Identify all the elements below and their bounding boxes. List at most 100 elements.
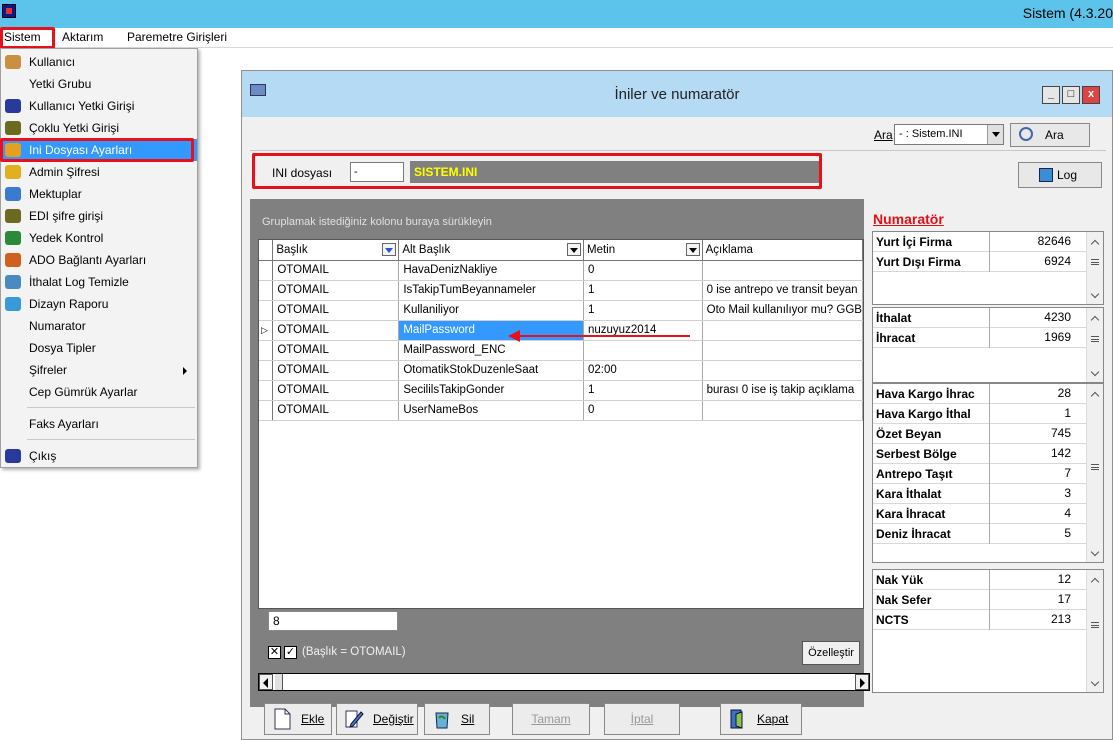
menu-item-0[interactable]: Kullanıcı: [1, 51, 197, 73]
vertical-scrollbar[interactable]: [1086, 570, 1103, 692]
table-cell[interactable]: [702, 400, 863, 421]
scroll-down-icon[interactable]: [1090, 677, 1100, 687]
table-cell[interactable]: HavaDenizNakliye: [398, 260, 584, 281]
scroll-down-icon[interactable]: [1090, 547, 1100, 557]
scroll-grip-icon[interactable]: [1091, 622, 1099, 628]
menu-item-9[interactable]: ADO Bağlantı Ayarları: [1, 249, 197, 271]
table-cell[interactable]: nuzuyuz2014: [583, 320, 703, 341]
row-indicator[interactable]: [259, 360, 274, 381]
ok-button[interactable]: Tamam: [512, 703, 590, 735]
menu-item-17[interactable]: Çıkış: [1, 445, 197, 467]
row-indicator[interactable]: [259, 280, 274, 301]
table-cell[interactable]: Oto Mail kullanılıyor mu? GGB: [702, 300, 863, 321]
numarator-row[interactable]: İthalat 4230: [873, 308, 1093, 328]
table-cell[interactable]: [583, 340, 703, 361]
table-cell[interactable]: 02:00: [583, 360, 703, 381]
table-row[interactable]: OTOMAIL HavaDenizNakliye 0: [259, 260, 863, 281]
numarator-row[interactable]: Nak Yük 12: [873, 570, 1093, 590]
delete-button[interactable]: Sil: [424, 703, 490, 735]
table-cell[interactable]: OTOMAIL: [272, 260, 400, 281]
scroll-grip-icon[interactable]: [1091, 336, 1099, 342]
table-cell[interactable]: OTOMAIL: [272, 360, 400, 381]
edit-button[interactable]: Değiştir: [336, 703, 418, 735]
menu-item-12[interactable]: Numarator: [1, 315, 197, 337]
table-cell[interactable]: MailPassword: [398, 320, 584, 341]
row-indicator[interactable]: [259, 260, 274, 281]
scroll-up-icon[interactable]: [1090, 315, 1100, 325]
search-button[interactable]: Ara: [1010, 123, 1090, 147]
row-indicator[interactable]: ▷: [259, 320, 274, 341]
table-cell[interactable]: OTOMAIL: [272, 320, 400, 341]
numarator-row[interactable]: Yurt İçi Firma 82646: [873, 232, 1093, 252]
filter-enabled-checkbox[interactable]: ✓: [284, 646, 297, 659]
filter-dropdown-icon[interactable]: [566, 243, 581, 256]
menu-item-15[interactable]: Cep Gümrük Ayarlar: [1, 381, 197, 403]
column-header-aciklama[interactable]: Açıklama: [702, 240, 863, 261]
chevron-down-icon[interactable]: [987, 125, 1003, 144]
numarator-row[interactable]: NCTS 213: [873, 610, 1093, 630]
menu-item-10[interactable]: İthalat Log Temizle: [1, 271, 197, 293]
table-row[interactable]: OTOMAIL Kullaniliyor 1 Oto Mail kullanılıyo…: [259, 300, 863, 321]
scroll-up-icon[interactable]: [1090, 239, 1100, 249]
clear-filter-icon[interactable]: ✕: [268, 646, 281, 659]
numarator-row[interactable]: Nak Sefer 17: [873, 590, 1093, 610]
table-cell[interactable]: 1: [583, 380, 703, 401]
menu-item-16[interactable]: Faks Ayarları: [1, 413, 197, 435]
maximize-button[interactable]: □: [1062, 86, 1080, 104]
filter-dropdown-icon[interactable]: [685, 243, 700, 256]
table-row[interactable]: OTOMAIL IsTakipTumBeyannameler 1 0 ise antr…: [259, 280, 863, 301]
data-grid[interactable]: Başlık Alt Başlık Metin Açıklama OTOMAIL…: [258, 239, 864, 609]
table-cell[interactable]: 1: [583, 280, 703, 301]
filter-dropdown-icon[interactable]: [382, 243, 397, 256]
minimize-button[interactable]: _: [1042, 86, 1060, 104]
table-cell[interactable]: OTOMAIL: [272, 300, 400, 321]
column-header-metin[interactable]: Metin: [583, 240, 703, 261]
cancel-button[interactable]: İptal: [604, 703, 680, 735]
numarator-row[interactable]: Antrepo Taşıt 7: [873, 464, 1093, 484]
table-cell[interactable]: OTOMAIL: [272, 400, 400, 421]
column-header-alt-baslik[interactable]: Alt Başlık: [398, 240, 584, 261]
table-cell[interactable]: 0: [583, 260, 703, 281]
table-cell[interactable]: OTOMAIL: [272, 340, 400, 361]
customize-button[interactable]: Özelleştir: [802, 641, 860, 665]
table-cell[interactable]: 1: [583, 300, 703, 321]
table-row[interactable]: OTOMAIL OtomatikStokDuzenleSaat 02:00: [259, 360, 863, 381]
table-row[interactable]: OTOMAIL MailPassword_ENC: [259, 340, 863, 361]
menu-item-3[interactable]: Çoklu Yetki Girişi: [1, 117, 197, 139]
vertical-scrollbar[interactable]: [1086, 232, 1103, 304]
menu-item-13[interactable]: Dosya Tipler: [1, 337, 197, 359]
app-icon[interactable]: [2, 4, 16, 18]
close-window-button[interactable]: Kapat: [720, 703, 802, 735]
table-cell[interactable]: [702, 360, 863, 381]
add-button[interactable]: Ekle: [264, 703, 332, 735]
row-indicator[interactable]: [259, 400, 274, 421]
numarator-row[interactable]: Kara İthalat 3: [873, 484, 1093, 504]
search-select[interactable]: - : Sistem.INI: [894, 124, 1004, 145]
horizontal-scrollbar[interactable]: [258, 673, 870, 691]
table-cell[interactable]: 0: [583, 400, 703, 421]
numarator-row[interactable]: Kara İhracat 4: [873, 504, 1093, 524]
table-row[interactable]: OTOMAIL SecililsTakipGonder 1 burası 0 ise …: [259, 380, 863, 401]
scroll-down-icon[interactable]: [1090, 367, 1100, 377]
numarator-row[interactable]: Özet Beyan 745: [873, 424, 1093, 444]
row-indicator[interactable]: [259, 340, 274, 361]
menu-item-11[interactable]: Dizayn Raporu: [1, 293, 197, 315]
menu-aktarim[interactable]: Aktarım: [62, 30, 103, 44]
column-header-baslik[interactable]: Başlık: [272, 240, 400, 261]
scroll-down-icon[interactable]: [1090, 289, 1100, 299]
scroll-thumb[interactable]: [275, 674, 283, 690]
menu-item-6[interactable]: Mektuplar: [1, 183, 197, 205]
menu-item-7[interactable]: EDI şifre girişi: [1, 205, 197, 227]
table-cell[interactable]: SecililsTakipGonder: [398, 380, 584, 401]
scroll-up-icon[interactable]: [1090, 577, 1100, 587]
menu-item-14[interactable]: Şifreler: [1, 359, 197, 381]
numarator-row[interactable]: Serbest Bölge 142: [873, 444, 1093, 464]
menu-item-8[interactable]: Yedek Kontrol: [1, 227, 197, 249]
menu-paremetre-girisleri[interactable]: Paremetre Girişleri: [127, 30, 227, 44]
close-button[interactable]: x: [1082, 86, 1100, 104]
scroll-grip-icon[interactable]: [1091, 464, 1099, 470]
table-cell[interactable]: OTOMAIL: [272, 380, 400, 401]
table-row[interactable]: OTOMAIL UserNameBos 0: [259, 400, 863, 421]
table-cell[interactable]: [702, 340, 863, 361]
numarator-row[interactable]: Yurt Dışı Firma 6924: [873, 252, 1093, 272]
